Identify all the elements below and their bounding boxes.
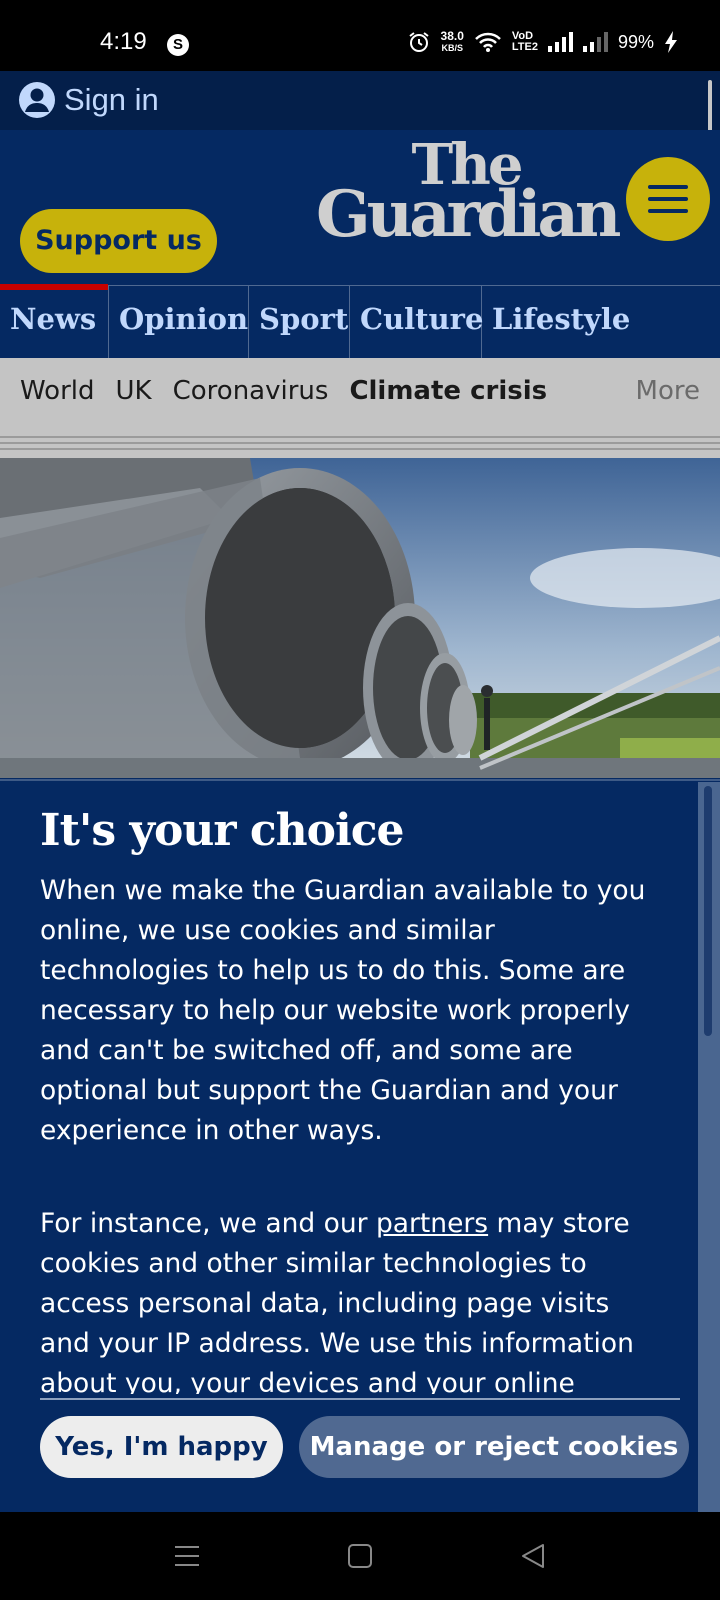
accept-cookies-button[interactable]: Yes, I'm happy [40,1416,283,1478]
guardian-logo[interactable]: The Guardian [316,137,621,252]
status-bar: 4:19 S 38.0 KB/S VoD LTE2 99% [0,0,720,71]
back-button[interactable] [508,1532,558,1580]
section-divider [0,434,720,458]
recent-apps-icon [175,1546,199,1566]
support-us-button[interactable]: Support us [20,209,217,273]
network-speed: 38.0 KB/S [441,30,464,54]
partners-link[interactable]: partners [376,1208,488,1239]
home-icon [348,1544,372,1568]
back-icon [522,1544,544,1568]
consent-title: It's your choice [40,805,404,856]
user-icon [19,82,55,118]
pillar-news[interactable]: News [0,284,109,358]
subnav-more[interactable]: More [636,376,700,406]
sub-nav: World UK Coronavirus Climate crisis More [0,358,720,434]
network-speed-value: 38.0 [440,29,464,43]
alarm-icon [408,32,429,52]
subnav-uk[interactable]: UK [116,376,152,406]
sign-in-link[interactable]: Sign in [18,81,159,119]
pillar-nav: News Opinion Sport Culture Lifestyle [0,284,720,358]
home-button[interactable] [335,1532,385,1580]
system-nav-bar [0,1512,720,1600]
consent-divider [40,1398,680,1400]
menu-button[interactable] [626,157,710,241]
subnav-world[interactable]: World [20,376,95,406]
hamburger-icon-line [648,209,688,213]
wifi-icon [475,32,501,52]
consent-p2-start: For instance, we and our [40,1208,376,1239]
network-speed-unit: KB/S [441,43,463,53]
article-hero-image[interactable] [0,458,720,778]
pillar-lifestyle[interactable]: Lifestyle [482,286,642,358]
pillar-sport[interactable]: Sport [249,286,350,358]
carbon-capture-photo [0,458,720,778]
charging-icon [665,31,677,53]
consent-scrollbar-thumb[interactable] [704,786,712,1036]
account-bar: Sign in [0,71,720,130]
battery-level: 99% [617,31,654,52]
hamburger-icon-line [648,197,688,201]
recent-apps-button[interactable] [162,1532,212,1580]
subnav-coronavirus[interactable]: Coronavirus [173,376,329,406]
pillar-culture[interactable]: Culture [350,286,483,358]
skype-notification-icon: S [167,34,189,56]
signal-strength-sim2-icon [582,32,608,52]
signal-strength-icon [547,32,573,52]
sign-in-label: Sign in [64,82,159,117]
subnav-climate-crisis[interactable]: Climate crisis [349,376,547,406]
volte-bottom: LTE2 [511,41,538,53]
status-time: 4:19 [100,28,147,55]
volte-indicator: VoD LTE2 [512,31,538,53]
consent-paragraph-1: When we make the Guardian available to y… [40,875,646,1146]
pillar-opinion[interactable]: Opinion [109,286,249,358]
manage-cookies-button[interactable]: Manage or reject cookies [299,1416,689,1478]
status-icons: 38.0 KB/S VoD LTE2 99% [407,30,678,54]
consent-paragraph-2: For instance, we and our partners may st… [40,1204,665,1394]
logo-line-2: Guardian [316,177,621,252]
site-header: Support us The Guardian [0,130,720,286]
hamburger-icon [648,185,688,189]
sub-nav-items: World UK Coronavirus Climate crisis [20,376,547,406]
